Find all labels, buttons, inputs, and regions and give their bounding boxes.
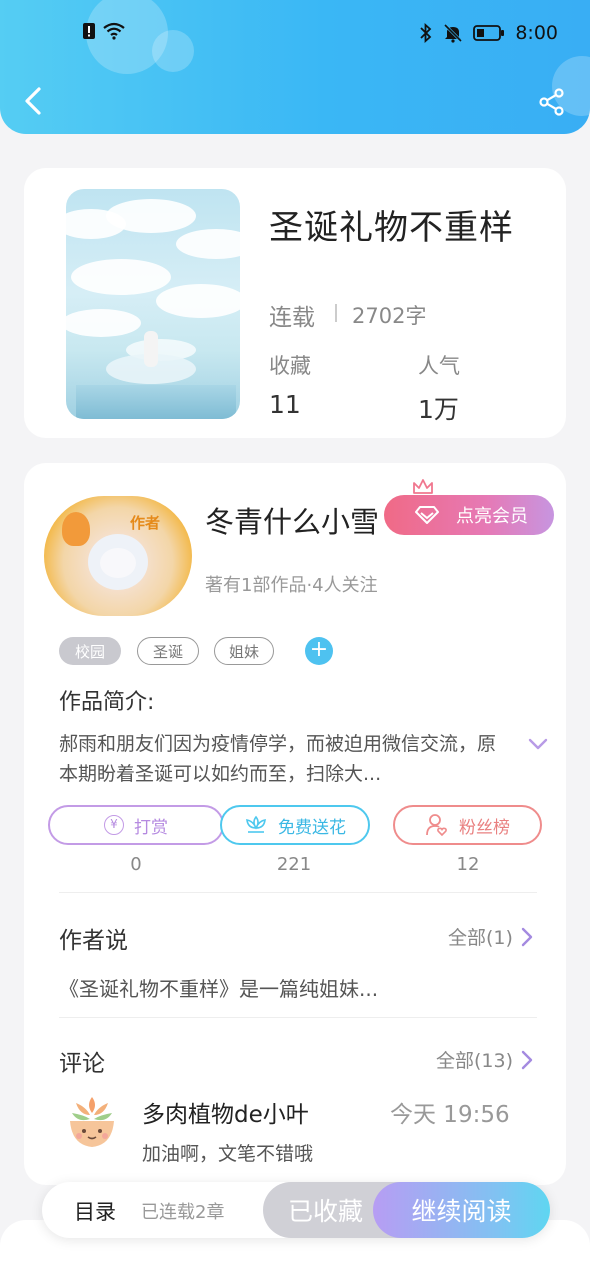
tip-button[interactable]: ¥ 打赏 [48,805,224,845]
word-count: 2702字 [352,304,427,328]
fans-count: 12 [456,854,480,875]
toc-button[interactable]: 目录 [74,1196,116,1226]
flower-count: 221 [276,854,312,875]
favorites-value: 11 [269,390,301,419]
flower-icon [246,815,266,833]
tag-sisters[interactable]: 姐妹 [214,637,274,665]
chapters-count[interactable]: 已连载2章 [141,1198,224,1224]
flame-icon [62,512,90,546]
mute-icon [444,23,463,43]
author-badge-text: 作者 [130,514,161,532]
collected-button-label: 已收藏 [288,1197,364,1226]
author-name[interactable]: 冬青什么小雪 [205,499,379,541]
fans-label: 粉丝榜 [459,817,510,838]
vip-button-label: 点亮会员 [456,506,528,527]
book-cover-image[interactable] [66,189,240,419]
share-icon[interactable] [538,88,566,116]
status-bar: 8:00 [0,20,590,50]
author-avatar[interactable]: 作者 [44,496,192,616]
status-time: 8:00 [515,22,558,44]
author-says-see-all[interactable]: 全部(1) [448,923,533,950]
back-arrow-icon[interactable] [22,86,44,116]
author-says-title: 作者说 [59,928,128,954]
divider [335,304,337,322]
divider [59,1017,537,1018]
popularity-value: 1万 [418,395,459,424]
comments-see-all-label: 全部(13) [436,1050,514,1072]
serial-status: 连载 [269,305,315,331]
commenter-avatar[interactable] [64,1091,120,1149]
user-heart-icon [426,814,447,837]
popularity-label: 人气 [418,354,460,378]
battery-icon [473,25,505,41]
continue-reading-label: 继续阅读 [411,1197,512,1226]
fans-ranking-button[interactable]: 粉丝榜 [393,805,542,845]
chevron-right-icon [521,1050,533,1069]
chevron-right-icon [521,927,533,946]
author-card: 作者 冬青什么小雪 点亮会员 著有1部作品·4人关注 校园 圣诞 姐妹 + 作品… [24,463,566,1185]
header-bar: 8:00 [0,0,590,134]
bluetooth-icon [420,23,432,43]
book-info-card: 圣诞礼物不重样 连载 2702字 收藏 11 人气 1万 [24,168,566,438]
tip-count: 0 [130,854,142,875]
sim-alert-icon [83,23,95,39]
add-tag-button[interactable]: + [305,637,333,665]
continue-reading-button[interactable]: 继续阅读 [373,1182,550,1238]
intro-text[interactable]: 郝雨和朋友们因为疫情停学，而被迫用微信交流，原本期盼着圣诞可以如约而至，扫除大.… [59,729,509,789]
flower-label: 免费送花 [278,817,346,838]
author-says-see-all-label: 全部(1) [448,927,513,949]
commenter-name[interactable]: 多肉植物de小叶 [142,1095,309,1129]
bottom-action-bar: 目录 已连载2章 已收藏 继续阅读 [42,1182,550,1238]
vip-button[interactable]: 点亮会员 [384,495,554,535]
author-meta: 著有1部作品·4人关注 [205,575,378,596]
divider [59,892,537,893]
author-says-text[interactable]: 《圣诞礼物不重样》是一篇纯姐妹... [59,973,378,1002]
wifi-icon [103,22,125,40]
crown-icon [413,479,433,494]
yen-icon: ¥ [104,815,124,835]
tag-campus[interactable]: 校园 [59,637,121,665]
comments-title: 评论 [59,1051,105,1077]
diamond-icon [415,506,439,524]
tip-label: 打赏 [134,817,168,838]
chevron-down-icon[interactable] [527,737,549,751]
free-flower-button[interactable]: 免费送花 [220,805,370,845]
intro-label: 作品简介: [59,690,155,715]
book-title: 圣诞礼物不重样 [269,208,514,248]
favorites-label: 收藏 [269,354,311,378]
comments-see-all[interactable]: 全部(13) [436,1046,533,1073]
comment-text[interactable]: 加油啊，文笔不错哦 [142,1139,313,1166]
tag-christmas[interactable]: 圣诞 [137,637,199,665]
comment-time: 今天 19:56 [390,1102,510,1128]
